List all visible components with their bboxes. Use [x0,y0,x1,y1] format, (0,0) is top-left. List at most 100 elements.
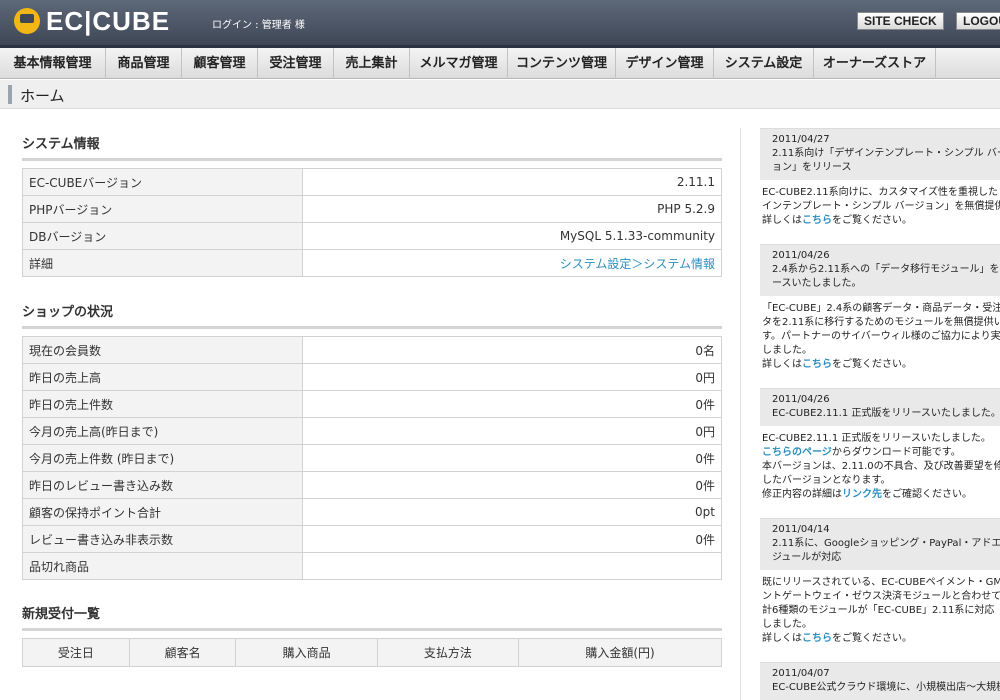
nav-item-sales[interactable]: 売上集計 [334,48,410,79]
news-more-prefix: 詳しくは [762,215,802,226]
nav-item-mail-magazine[interactable]: メルマガ管理 [410,48,508,79]
table-row: 昨日の売上高 0円 [22,363,722,391]
news-link[interactable]: リンク先 [842,489,882,500]
news-date: 2011/04/26 [772,394,830,405]
news-more-prefix: 修正内容の詳細は [762,489,842,500]
logo-mark-icon [14,8,40,34]
table-row: 今月の売上件数 (昨日まで) 0件 [22,444,722,472]
nav-item-orders[interactable]: 受注管理 [258,48,334,79]
news-more-suffix: をご確認ください。 [882,489,972,500]
news-text: す。パートナーのサイバーウィル様のご協力により実現いた [762,331,1000,342]
table-cell-value: 0pt [302,498,722,526]
news-text: ントゲートウェイ・ゼウス決済モジュールと合わせて、 [762,591,1000,602]
new-orders-title: 新規受付一覧 [22,603,722,631]
news-text: 「EC-CUBE」2.4系の顧客データ・商品データ・受注デー [762,303,1000,314]
news-headline: 2.4系から2.11系への「データ移行モジュール」をリリ [772,264,1000,275]
page-title: ホーム [20,87,65,105]
ec-cube-logo[interactable]: EC|CUBE [14,8,170,34]
news-link[interactable]: こちら [802,215,832,226]
news-text: 本バージョンは、2.11.0の不具合、及び改善要望を修正 [762,461,1000,472]
news-text-inline: からダウンロード可能です。 [831,447,961,458]
news-body: EC-CUBE2.11系向けに、カスタマイズ性を重視した「デザ インテンプレート… [760,180,1000,236]
news-item: 2011/04/26 EC-CUBE2.11.1 正式版をリリースいたしました。… [760,388,1000,510]
table-cell-label: 顧客の保持ポイント合計 [22,498,303,526]
news-date: 2011/04/27 [772,134,830,145]
news-feed: 2011/04/27 2.11系向け「デザインテンプレート・シンプル バージ ョ… [760,128,1000,700]
site-check-button[interactable]: SITE CHECK [857,12,944,30]
news-text: したバージョンとなります。 [762,475,891,486]
table-row: 品切れ商品 [22,552,722,580]
table-cell-value: システム設定＞システム情報 [302,249,722,277]
main-nav: 基本情報管理 商品管理 顧客管理 受注管理 売上集計 メルマガ管理 コンテンツ管… [0,45,1000,79]
news-header: 2011/04/26 EC-CUBE2.11.1 正式版をリリースいたしました。 [760,388,1000,426]
table-cell-value: 0名 [302,336,722,364]
table-cell-value: 0件 [302,525,722,553]
news-more-prefix: 詳しくは [762,633,802,644]
nav-item-system[interactable]: システム設定 [714,48,814,79]
news-date: 2011/04/26 [772,250,830,261]
news-link[interactable]: こちら [802,633,832,644]
news-item: 2011/04/07 EC-CUBE公式クラウド環境に、小規模出店～大規模 [760,662,1000,700]
system-info-link[interactable]: システム設定＞システム情報 [560,257,715,271]
news-date: 2011/04/14 [772,524,830,535]
column-header-order-date: 受注日 [22,638,130,667]
new-orders-table: 受注日 顧客名 購入商品 支払方法 購入金額(円) [22,638,722,667]
logout-button[interactable]: LOGOUT [956,12,1000,30]
table-row: EC-CUBEバージョン 2.11.1 [22,168,722,196]
table-cell-label: 詳細 [22,249,303,277]
nav-item-owners-store[interactable]: オーナーズストア [814,48,936,79]
news-item: 2011/04/14 2.11系に、Googleショッピング・PayPal・アド… [760,518,1000,654]
news-more: 詳しくはこちらをご覧ください。 [762,632,1000,646]
news-date: 2011/04/07 [772,668,830,679]
table-cell-value: 0円 [302,417,722,445]
news-text: タを2.11系に移行するためのモジュールを無償提供いたしま [762,317,1000,328]
table-cell-label: 今月の売上高(昨日まで) [22,417,303,445]
news-link[interactable]: こちら [802,359,832,370]
table-cell-label: 現在の会員数 [22,336,303,364]
table-cell-value: MySQL 5.1.33-community [302,222,722,250]
logo-text: EC|CUBE [46,6,171,36]
news-item: 2011/04/26 2.4系から2.11系への「データ移行モジュール」をリリ … [760,244,1000,380]
table-cell-value: PHP 5.2.9 [302,195,722,223]
table-row: レビュー書き込み非表示数 0件 [22,525,722,553]
nav-item-customers[interactable]: 顧客管理 [182,48,258,79]
table-cell-label: PHPバージョン [22,195,303,223]
table-cell-value [302,552,722,580]
news-headline: EC-CUBE2.11.1 正式版をリリースいたしました。 [772,408,1000,419]
news-link[interactable]: こちらのページ [762,447,832,458]
nav-item-contents[interactable]: コンテンツ管理 [508,48,616,79]
news-text: 計6種類のモジュールが「EC-CUBE」2.11系に対応 [762,605,995,616]
title-accent [8,85,12,104]
column-header-products: 購入商品 [235,638,378,667]
table-row: PHPバージョン PHP 5.2.9 [22,195,722,223]
news-body: EC-CUBE2.11.1 正式版をリリースいたしました。 こちらのページからダ… [760,426,1000,510]
news-more-suffix: をご覧ください。 [832,215,912,226]
news-body: 「EC-CUBE」2.4系の顧客データ・商品データ・受注デー タを2.11系に移… [760,296,1000,380]
table-cell-label: 品切れ商品 [22,552,303,580]
nav-item-design[interactable]: デザイン管理 [616,48,714,79]
news-headline: ョン」をリリース [772,162,852,173]
news-more: 修正内容の詳細はリンク先をご確認ください。 [762,488,1000,502]
news-more: 詳しくはこちらをご覧ください。 [762,358,1000,372]
news-headline: 2.11系に、Googleショッピング・PayPal・アドエビス・ [772,538,1000,549]
column-header-payment: 支払方法 [376,638,520,667]
table-row: 今月の売上高(昨日まで) 0円 [22,417,722,445]
nav-item-products[interactable]: 商品管理 [106,48,182,79]
login-info: ログイン : 管理者 様 [212,20,305,31]
table-row: 昨日の売上件数 0件 [22,390,722,418]
news-item: 2011/04/27 2.11系向け「デザインテンプレート・シンプル バージ ョ… [760,128,1000,236]
table-cell-value: 0件 [302,390,722,418]
news-header: 2011/04/27 2.11系向け「デザインテンプレート・シンプル バージ ョ… [760,128,1000,180]
system-info-table: EC-CUBEバージョン 2.11.1 PHPバージョン PHP 5.2.9 D… [22,168,722,277]
news-header: 2011/04/14 2.11系に、Googleショッピング・PayPal・アド… [760,518,1000,570]
news-header: 2011/04/07 EC-CUBE公式クラウド環境に、小規模出店～大規模 [760,662,1000,700]
news-text: しました。 [762,619,812,630]
table-cell-label: 昨日のレビュー書き込み数 [22,471,303,499]
news-text: EC-CUBE2.11.1 正式版をリリースいたしました。 [762,433,991,444]
system-info-title: システム情報 [22,133,722,161]
nav-item-basic-info[interactable]: 基本情報管理 [0,48,106,79]
news-text: しました。 [762,345,812,356]
news-body: 既にリリースされている、EC-CUBEペイメント・GMOペ ントゲートウェイ・ゼ… [760,570,1000,654]
column-header-amount: 購入金額(円) [518,638,722,667]
table-cell-value: 0円 [302,363,722,391]
